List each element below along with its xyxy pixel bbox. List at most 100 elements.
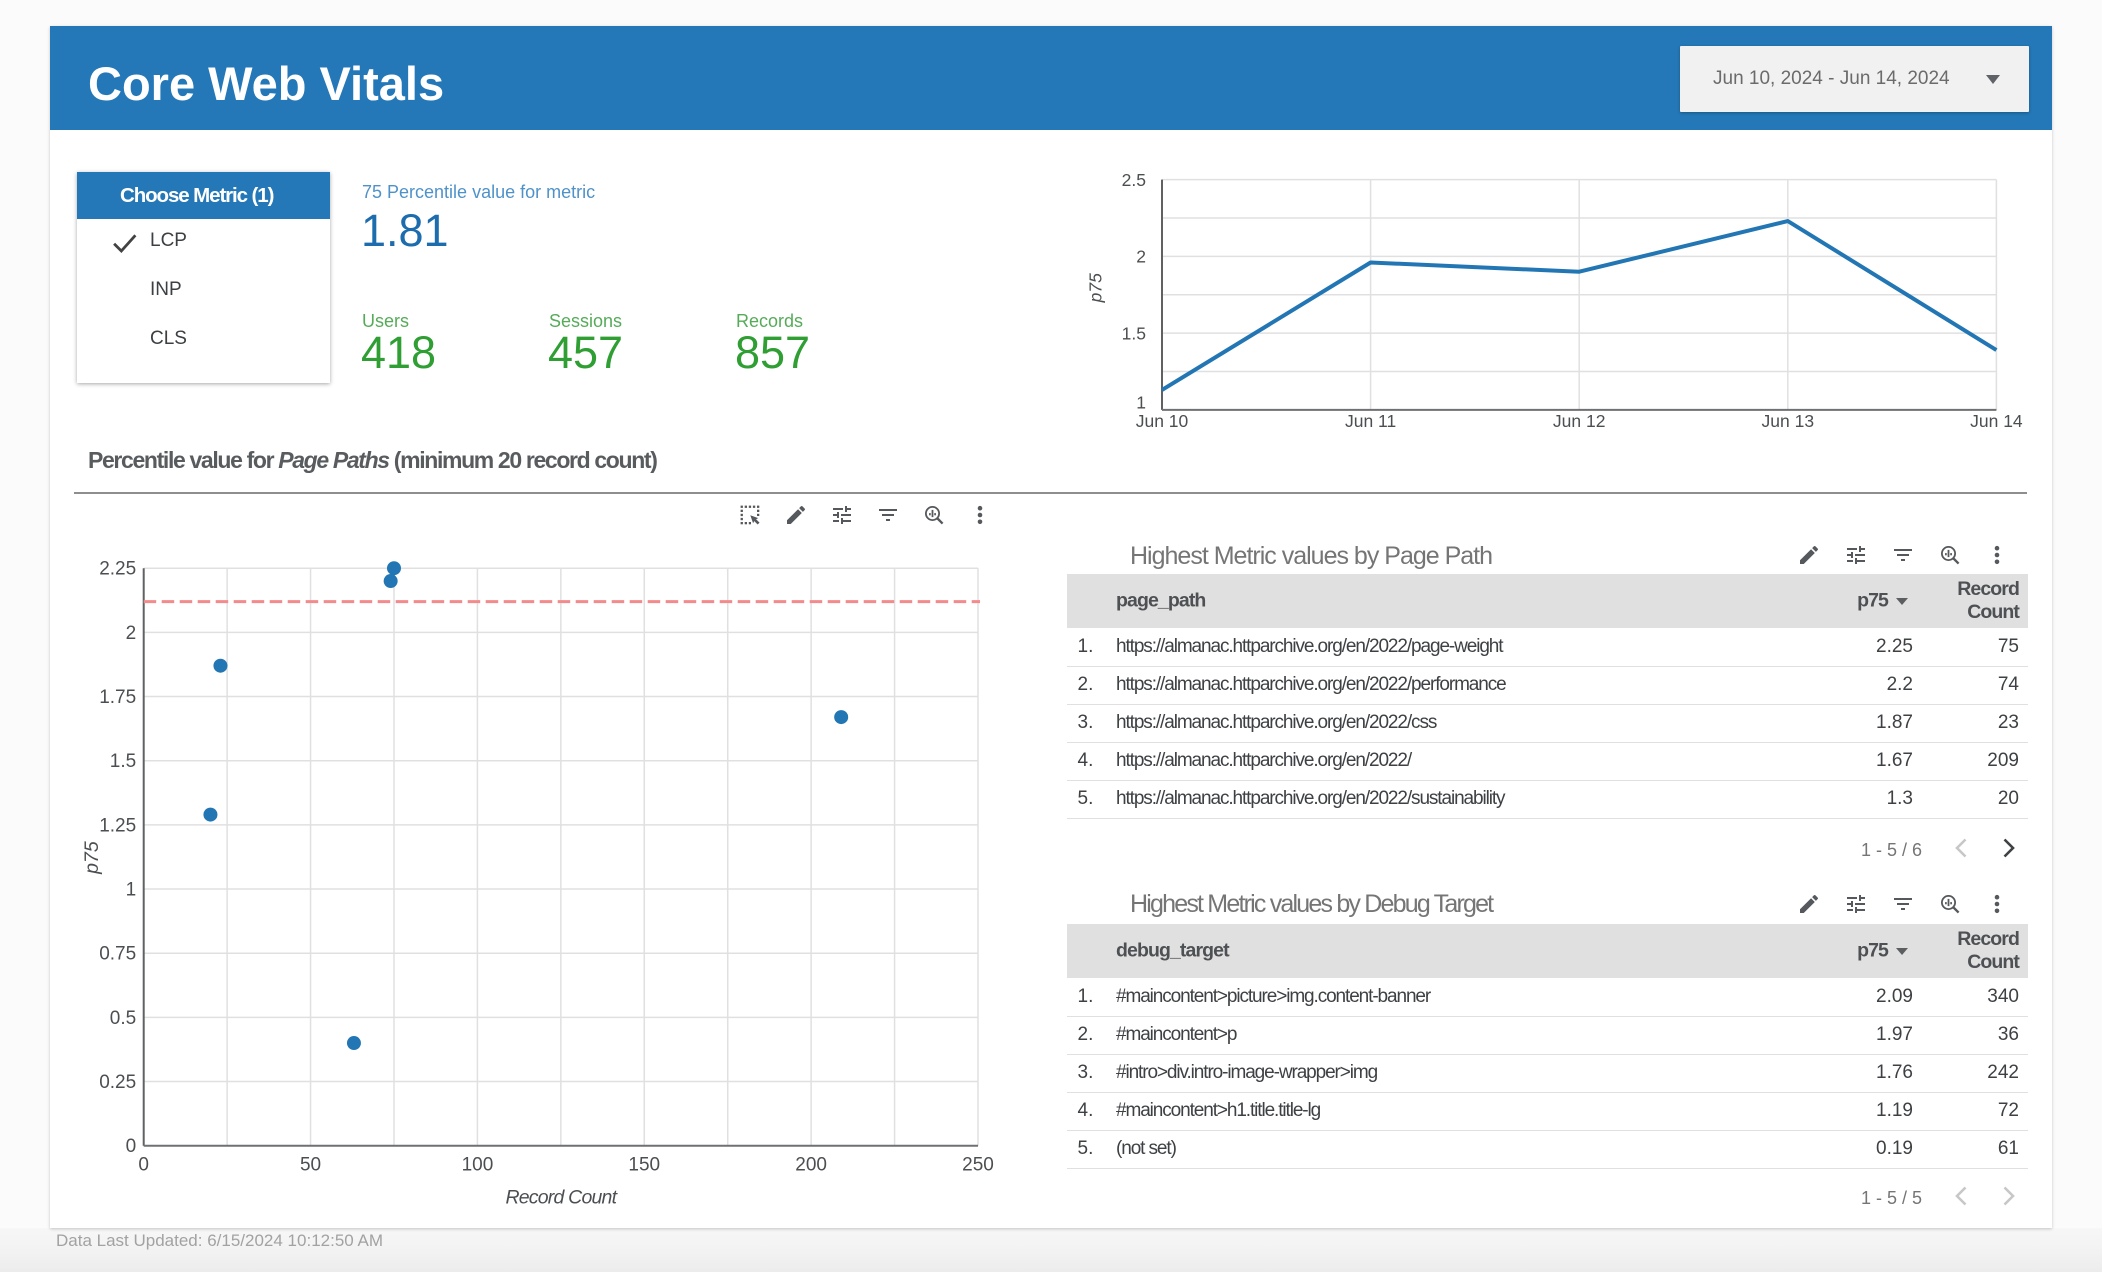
- scatter-chart[interactable]: 0 0.25 0.5 0.75 1 1.25 1.5 1.75 2 2.25 0 50 100 150 20…: [60, 550, 1050, 1210]
- section-title: Percentile value for Page Paths (minimum…: [88, 447, 658, 473]
- more-vert-icon[interactable]: [1985, 892, 2009, 916]
- svg-text:250: 250: [962, 1155, 994, 1176]
- dashboard-card: Core Web Vitals Jun 10, 2024 - Jun 14, 2…: [50, 26, 2052, 1228]
- percentile-scorecard-label: 75 Percentile value for metric: [362, 182, 596, 202]
- svg-text:1: 1: [1136, 392, 1146, 412]
- zoom-insights-icon[interactable]: [922, 503, 946, 527]
- row-count: 340: [1987, 986, 2019, 1008]
- table2-prev-page-icon[interactable]: [1948, 1182, 1976, 1210]
- row-dimension: #intro>div.intro-image-wrapper>img: [1116, 1062, 1378, 1084]
- row-p75: 1.19: [1876, 1100, 1913, 1122]
- table-row: 2. https://almanac.httparchive.org/en/202…: [1067, 666, 2028, 704]
- metric-selector-panel: Choose Metric (1) LCP INP CLS: [77, 172, 330, 383]
- table1-header-row: page_path p75 Record Count: [1067, 574, 2028, 628]
- tune-icon[interactable]: [1844, 543, 1868, 567]
- table1-col-p75[interactable]: p75: [1857, 590, 1889, 613]
- svg-text:p75: p75: [81, 841, 103, 875]
- row-count: 75: [1997, 636, 2019, 658]
- last-updated-text: Data Last Updated: 6/15/2024 10:12:50 AM: [56, 1231, 384, 1250]
- table2-col-p75[interactable]: p75: [1857, 940, 1889, 963]
- table1-col-record-count[interactable]: Record Count: [1957, 578, 2020, 624]
- table-row: 2. #maincontent>p 1.97 36: [1067, 1016, 2028, 1054]
- tune-icon[interactable]: [1844, 892, 1868, 916]
- table1-next-page-icon[interactable]: [1994, 834, 2022, 862]
- svg-text:2.5: 2.5: [1122, 170, 1146, 190]
- line-chart[interactable]: 1 1.5 2 2.5 Jun 10 Jun 11 Jun 12 Jun 13 Jun 14 p7…: [1080, 160, 2052, 460]
- edit-icon[interactable]: [1797, 543, 1821, 567]
- row-index: 4.: [1077, 1100, 1094, 1122]
- svg-text:150: 150: [628, 1155, 660, 1176]
- row-count: 23: [1997, 712, 2019, 734]
- table2-next-page-icon[interactable]: [1994, 1182, 2022, 1210]
- users-value: 418: [361, 327, 437, 378]
- svg-text:1: 1: [126, 880, 137, 901]
- row-separator: [1067, 818, 2028, 820]
- svg-text:Jun 10: Jun 10: [1136, 411, 1189, 431]
- table1-pagination-label: 1 - 5 / 6: [1860, 840, 1922, 860]
- filter-icon[interactable]: [1891, 543, 1915, 567]
- row-dimension: https://almanac.httparchive.org/en/2022/…: [1116, 788, 1506, 810]
- table-row: 1. https://almanac.httparchive.org/en/202…: [1067, 628, 2028, 666]
- filter-icon[interactable]: [876, 503, 900, 527]
- marquee-select-icon[interactable]: [738, 503, 762, 527]
- metric-option-inp[interactable]: INP: [77, 265, 330, 314]
- edit-icon[interactable]: [1797, 892, 1821, 916]
- row-dimension: #maincontent>picture>img.content-banner: [1116, 986, 1431, 1008]
- row-index: 2.: [1077, 1024, 1094, 1046]
- svg-text:200: 200: [795, 1155, 827, 1176]
- svg-text:1.75: 1.75: [99, 687, 136, 708]
- metric-option-lcp[interactable]: LCP: [77, 216, 330, 265]
- svg-text:0.75: 0.75: [99, 944, 136, 965]
- svg-text:p75: p75: [1086, 273, 1106, 303]
- row-dimension: https://almanac.httparchive.org/en/2022/…: [1116, 636, 1504, 658]
- table1-prev-page-icon[interactable]: [1948, 834, 1976, 862]
- svg-text:0: 0: [126, 1136, 137, 1157]
- row-count: 74: [1997, 674, 2019, 696]
- filter-icon[interactable]: [1891, 892, 1915, 916]
- row-count: 36: [1997, 1024, 2019, 1046]
- row-dimension: #maincontent>h1.title.title-lg: [1116, 1100, 1321, 1122]
- zoom-insights-icon[interactable]: [1938, 892, 1962, 916]
- tune-icon[interactable]: [830, 503, 854, 527]
- zoom-insights-icon[interactable]: [1938, 543, 1962, 567]
- table-row: 1. #maincontent>picture>img.content-banne…: [1067, 978, 2028, 1016]
- row-dimension: https://almanac.httparchive.org/en/2022/…: [1116, 674, 1507, 696]
- table-row: 3. https://almanac.httparchive.org/en/202…: [1067, 704, 2028, 742]
- row-dimension: #maincontent>p: [1116, 1024, 1237, 1046]
- table1-col-dimension[interactable]: page_path: [1116, 590, 1206, 613]
- row-p75: 1.67: [1876, 750, 1913, 772]
- table-row: 4. #maincontent>h1.title.title-lg 1.19 72: [1067, 1092, 2028, 1130]
- svg-text:Jun 11: Jun 11: [1345, 411, 1396, 431]
- svg-text:50: 50: [300, 1155, 321, 1176]
- records-value: 857: [735, 327, 811, 378]
- svg-text:Jun 12: Jun 12: [1553, 411, 1606, 431]
- edit-icon[interactable]: [784, 503, 808, 527]
- table2-header-row: debug_target p75 Record Count: [1067, 924, 2028, 978]
- row-count: 209: [1987, 750, 2019, 772]
- svg-text:Jun 14: Jun 14: [1970, 411, 2023, 431]
- row-p75: 2.25: [1876, 636, 1913, 658]
- row-index: 2.: [1077, 674, 1094, 696]
- row-count: 61: [1997, 1138, 2019, 1160]
- row-p75: 1.97: [1876, 1024, 1913, 1046]
- table2-col-record-count[interactable]: Record Count: [1957, 928, 2020, 974]
- row-index: 3.: [1077, 712, 1094, 734]
- metric-option-cls[interactable]: CLS: [77, 314, 330, 363]
- date-range-picker[interactable]: Jun 10, 2024 - Jun 14, 2024: [1680, 46, 2029, 112]
- row-p75: 1.87: [1876, 712, 1913, 734]
- row-index: 3.: [1077, 1062, 1094, 1084]
- svg-text:0.5: 0.5: [110, 1008, 136, 1029]
- header-bar: Core Web Vitals Jun 10, 2024 - Jun 14, 2…: [50, 26, 2052, 130]
- svg-text:0.25: 0.25: [99, 1072, 136, 1093]
- more-vert-icon[interactable]: [1985, 543, 2009, 567]
- table-row: 4. https://almanac.httparchive.org/en/202…: [1067, 742, 2028, 780]
- table2-col-dimension[interactable]: debug_target: [1116, 940, 1230, 963]
- percentile-scorecard-value: 1.81: [361, 205, 449, 256]
- row-separator: [1067, 1168, 2028, 1170]
- row-dimension: (not set): [1116, 1138, 1177, 1160]
- row-count: 20: [1997, 788, 2019, 810]
- table2-title: Highest Metric values by Debug Target: [1130, 890, 1494, 918]
- more-vert-icon[interactable]: [968, 503, 992, 527]
- check-icon: [113, 233, 137, 253]
- table2-pagination-label: 1 - 5 / 5: [1860, 1188, 1922, 1208]
